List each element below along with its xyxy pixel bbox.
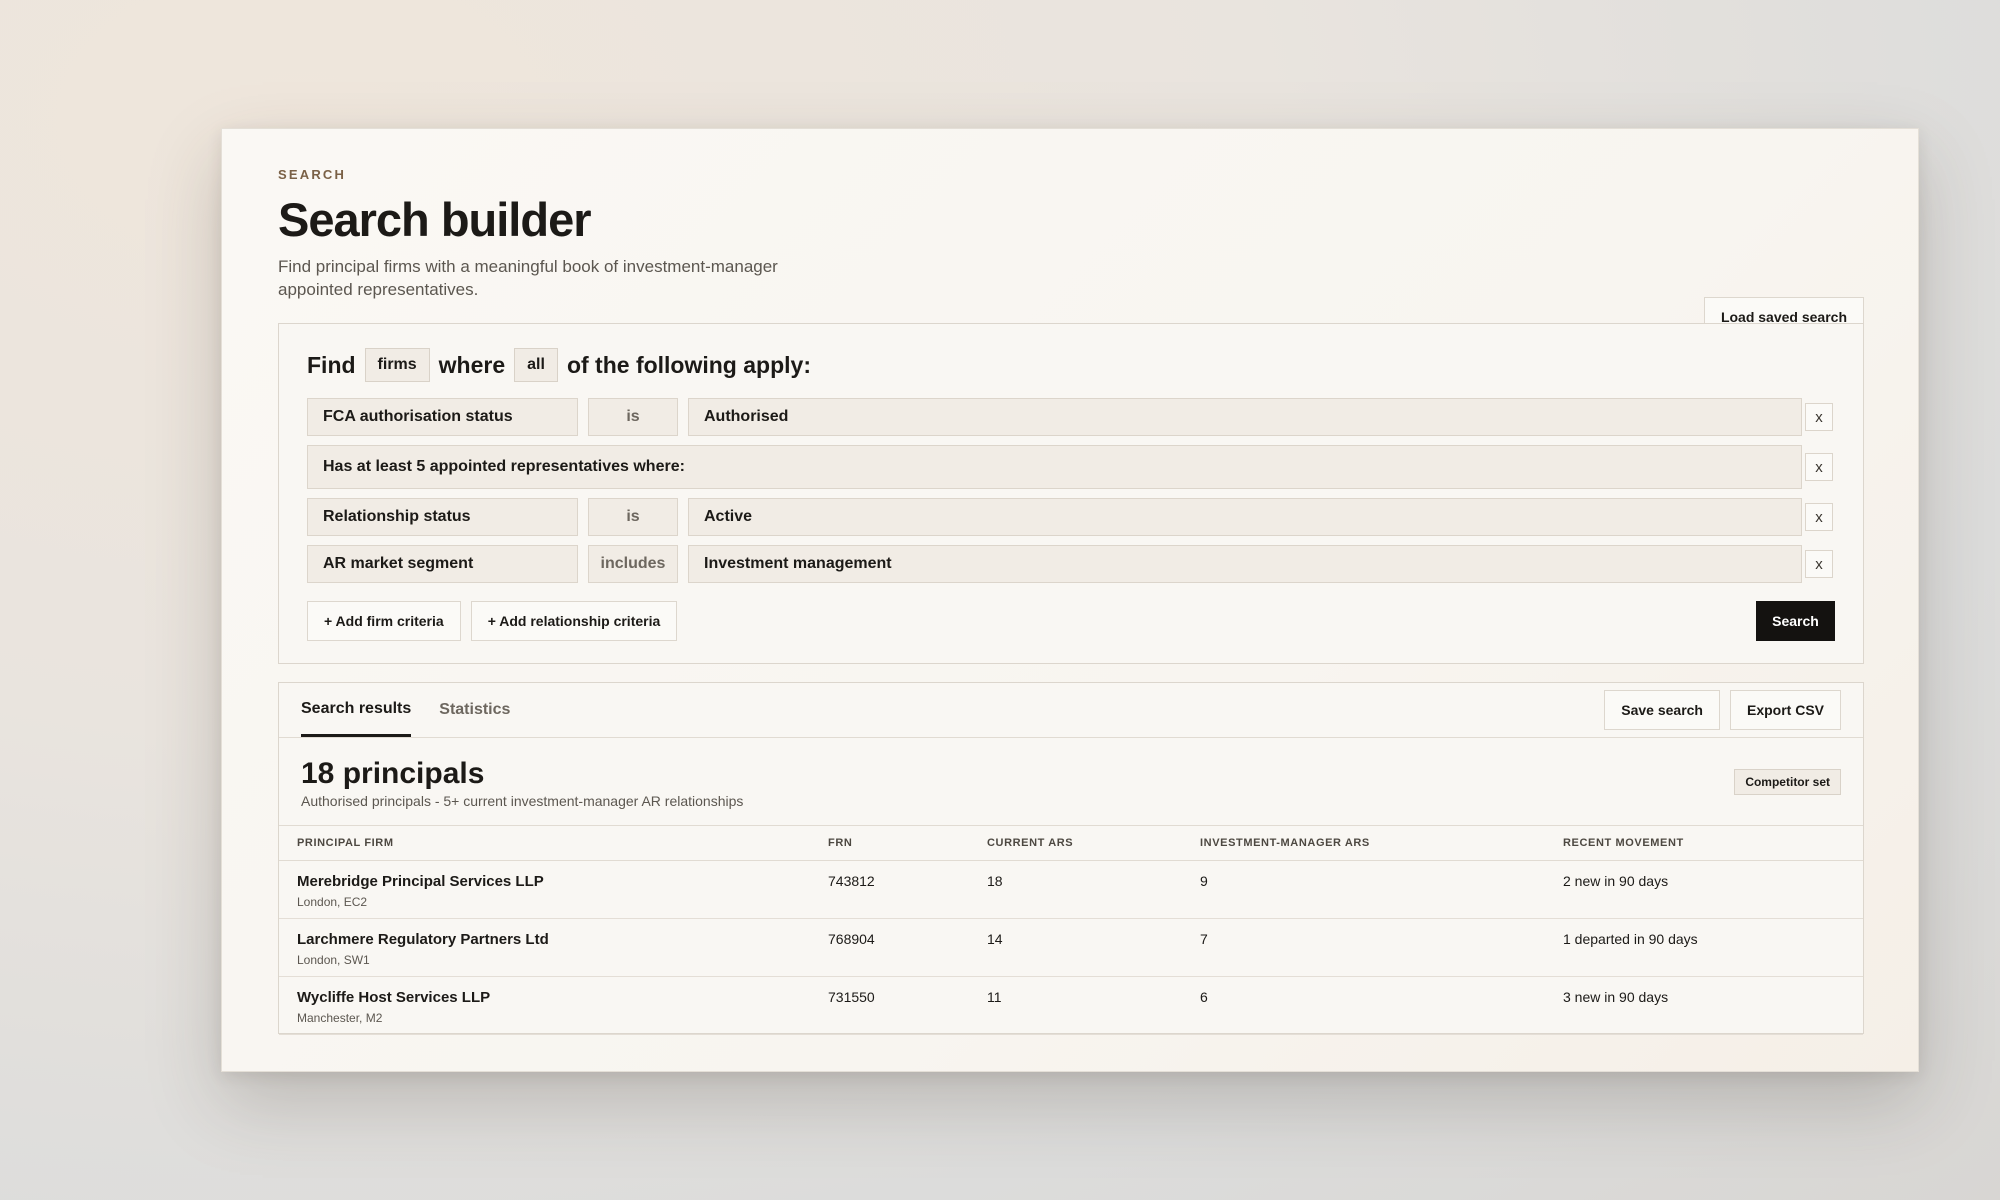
current-ars-cell: 18	[969, 860, 1182, 919]
column-frn[interactable]: FRN	[810, 825, 969, 861]
tab-statistics[interactable]: Statistics	[439, 683, 510, 737]
firm-cell: Merebridge Principal Services LLP London…	[279, 860, 810, 919]
movement-cell: 1 departed in 90 days	[1545, 918, 1863, 977]
movement-cell: 2 new in 90 days	[1545, 860, 1863, 919]
remove-criteria-button[interactable]: x	[1805, 550, 1833, 578]
criteria-field-select[interactable]: FCA authorisation status	[307, 398, 578, 436]
column-im-ars[interactable]: Investment-manager ARs	[1182, 825, 1545, 861]
firm-location: Manchester, M2	[297, 1011, 383, 1025]
results-actions: Save search Export CSV	[1604, 690, 1841, 730]
current-ars-cell: 14	[969, 918, 1182, 977]
save-search-button[interactable]: Save search	[1604, 690, 1720, 730]
criteria-row: Relationship status is Active	[307, 498, 1802, 536]
add-relationship-criteria-button[interactable]: + Add relationship criteria	[470, 601, 678, 641]
find-label: Find	[307, 351, 356, 378]
firm-name[interactable]: Larchmere Regulatory Partners Ltd	[297, 931, 810, 948]
firm-name[interactable]: Wycliffe Host Services LLP	[297, 989, 810, 1006]
results-description: Authorised principals - 5+ current inves…	[301, 793, 744, 809]
table-row[interactable]: Larchmere Regulatory Partners Ltd London…	[279, 918, 1863, 977]
page-title: Search builder	[278, 193, 592, 246]
page-header: SEARCH Search builder Find principal fir…	[278, 167, 1864, 337]
column-current-ars[interactable]: Current ARs	[969, 825, 1182, 861]
where-label: where	[438, 351, 506, 378]
firm-name[interactable]: Merebridge Principal Services LLP	[297, 873, 810, 890]
criteria-field-select[interactable]: Relationship status	[307, 498, 578, 536]
add-criteria-actions: + Add firm criteria + Add relationship c…	[307, 601, 678, 641]
results-count: 18 principals	[301, 757, 485, 790]
firm-location: London, SW1	[297, 953, 370, 967]
query-sentence: Find firms where all of the following ap…	[307, 348, 811, 382]
add-firm-criteria-button[interactable]: + Add firm criteria	[307, 601, 461, 641]
criteria-value-select[interactable]: Investment management	[688, 545, 1802, 583]
frn-cell: 731550	[810, 976, 969, 1035]
results-tabs: Search results Statistics	[301, 683, 510, 737]
app-window: SEARCH Search builder Find principal fir…	[221, 128, 1919, 1072]
page-subtitle: Find principal firms with a meaningful b…	[278, 257, 778, 299]
export-csv-button[interactable]: Export CSV	[1729, 690, 1841, 730]
results-table: Principal firm FRN Current ARs Investmen…	[279, 825, 1863, 1035]
criteria-field-select[interactable]: AR market segment	[307, 545, 578, 583]
column-recent-movement[interactable]: Recent movement	[1545, 825, 1863, 861]
table-header-row: Principal firm FRN Current ARs Investmen…	[279, 825, 1863, 861]
criteria-value-select[interactable]: Authorised	[688, 398, 1802, 436]
criteria-row: AR market segment includes Investment ma…	[307, 545, 1802, 583]
criteria-group-row: Has at least 5 appointed representatives…	[307, 445, 1802, 489]
search-button[interactable]: Search	[1756, 601, 1835, 641]
entity-select[interactable]: firms	[364, 348, 430, 382]
remove-criteria-button[interactable]: x	[1805, 503, 1833, 531]
criteria-row: FCA authorisation status is Authorised	[307, 398, 1802, 436]
frn-cell: 743812	[810, 860, 969, 919]
remove-criteria-group-button[interactable]: x	[1805, 453, 1833, 481]
firm-cell: Wycliffe Host Services LLP Manchester, M…	[279, 976, 810, 1035]
firm-cell: Larchmere Regulatory Partners Ltd London…	[279, 918, 810, 977]
firm-location: London, EC2	[297, 895, 368, 909]
criteria-group-label[interactable]: Has at least 5 appointed representatives…	[307, 445, 1802, 489]
remove-criteria-button[interactable]: x	[1805, 403, 1833, 431]
im-ars-cell: 7	[1182, 918, 1545, 977]
results-panel: Search results Statistics Save search Ex…	[278, 682, 1864, 1035]
im-ars-cell: 9	[1182, 860, 1545, 919]
tab-divider	[279, 737, 1863, 738]
table-row[interactable]: Merebridge Principal Services LLP London…	[279, 860, 1863, 919]
criteria-operator-select[interactable]: is	[588, 498, 678, 536]
column-principal-firm[interactable]: Principal firm	[279, 825, 810, 861]
competitor-set-tag[interactable]: Competitor set	[1734, 769, 1841, 795]
im-ars-cell: 6	[1182, 976, 1545, 1035]
movement-cell: 3 new in 90 days	[1545, 976, 1863, 1035]
frn-cell: 768904	[810, 918, 969, 977]
criteria-value-select[interactable]: Active	[688, 498, 1802, 536]
criteria-operator-select[interactable]: includes	[588, 545, 678, 583]
tab-search-results[interactable]: Search results	[301, 683, 412, 737]
apply-label: of the following apply:	[566, 351, 811, 378]
current-ars-cell: 11	[969, 976, 1182, 1035]
search-builder-panel: Find firms where all of the following ap…	[278, 323, 1864, 664]
criteria-operator-select[interactable]: is	[588, 398, 678, 436]
section-eyebrow: SEARCH	[278, 167, 347, 182]
table-row[interactable]: Wycliffe Host Services LLP Manchester, M…	[279, 976, 1863, 1035]
match-mode-select[interactable]: all	[514, 348, 558, 382]
